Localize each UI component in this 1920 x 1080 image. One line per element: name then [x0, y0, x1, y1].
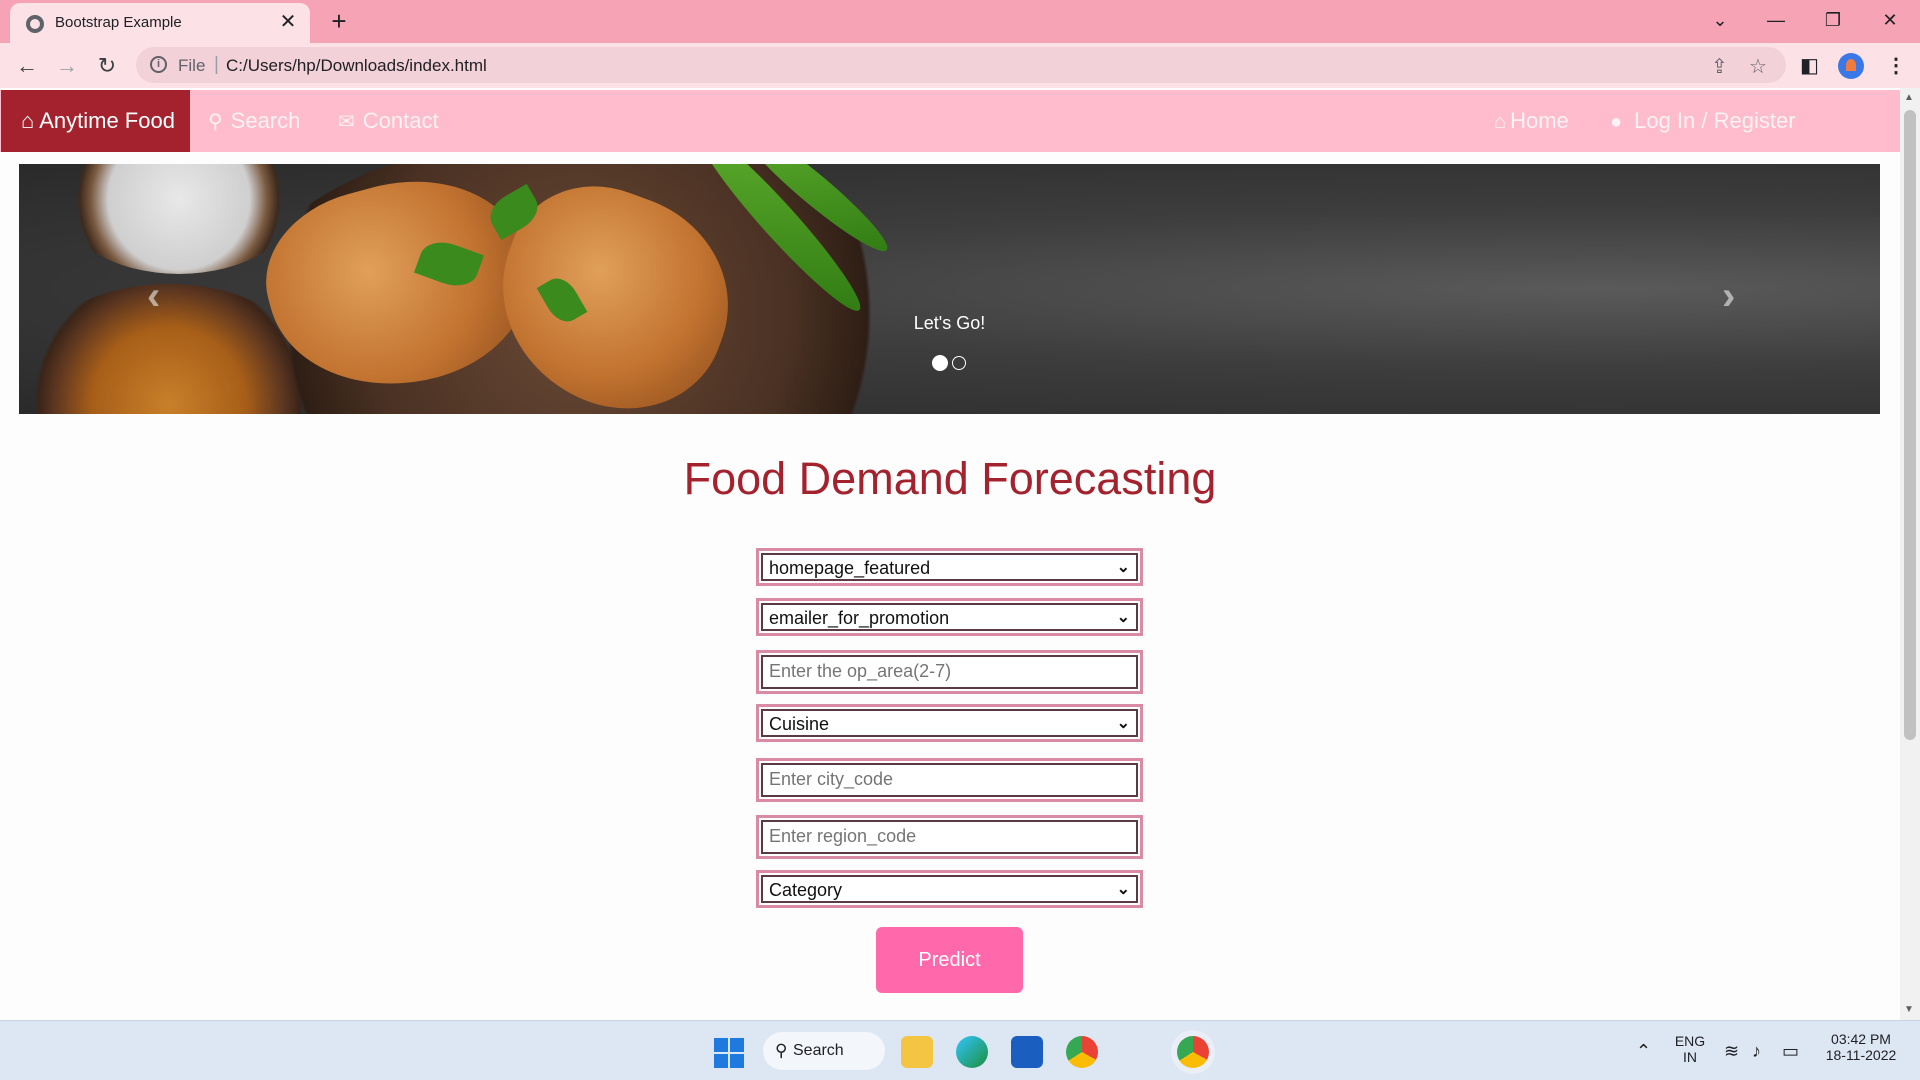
chevron-down-icon: ⌄ [1116, 881, 1130, 898]
chevron-down-icon: ⌄ [1116, 715, 1130, 732]
profile-avatar[interactable] [1838, 53, 1864, 79]
globe-icon [26, 15, 44, 33]
home-icon: ⌂ [21, 108, 35, 133]
image-carousel: ‹ › Let's Go! [19, 164, 1880, 414]
new-tab-button[interactable]: + [325, 7, 353, 35]
select-value: homepage_featured [769, 558, 931, 578]
date-label: 18-11-2022 [1825, 1047, 1897, 1063]
region-label: IN [1683, 1049, 1697, 1065]
nav-search-label: Search [230, 108, 301, 133]
reload-icon[interactable]: ↻ [92, 51, 122, 81]
clock[interactable]: 03:42 PM 18-11-2022 [1818, 1031, 1904, 1063]
page-scrollbar[interactable]: ▲ ▼ [1900, 88, 1920, 1020]
share-icon[interactable]: ⇪ [1711, 54, 1728, 79]
nav-contact-label: Contact [362, 108, 439, 133]
input-placeholder: Enter the op_area(2-7) [769, 661, 952, 681]
volume-icon[interactable]: ♪ [1752, 1041, 1761, 1062]
chevron-down-icon: ⌄ [1116, 609, 1130, 626]
browser-toolbar: ← → ↻ i File | C:/Users/hp/Downloads/ind… [0, 43, 1920, 88]
select-value: emailer_for_promotion [769, 608, 950, 628]
url-separator: | [214, 54, 219, 75]
chrome-icon[interactable] [1066, 1036, 1098, 1068]
carousel-caption: Let's Go! [913, 313, 986, 333]
user-icon: ● [1610, 111, 1623, 133]
restore-button[interactable]: ❐ [1813, 4, 1853, 36]
category-select[interactable]: Category ⌄ [756, 870, 1143, 908]
region-code-input[interactable]: Enter region_code [756, 815, 1143, 859]
city-code-input[interactable]: Enter city_code [756, 758, 1143, 802]
search-icon: ⚲ [208, 111, 223, 133]
minimize-button[interactable]: — [1756, 4, 1796, 36]
nav-search-link[interactable]: ⚲ Search [208, 90, 300, 152]
scroll-thumb[interactable] [1904, 110, 1916, 740]
windows-taskbar: ⚲ Search ⌃ ENG IN ≋ ♪ ▭ 03:42 PM 18-11-2… [0, 1020, 1920, 1080]
input-placeholder: Enter region_code [769, 826, 917, 846]
nav-login-link[interactable]: ● Log In / Register [1610, 90, 1796, 152]
file-explorer-icon[interactable] [901, 1036, 933, 1068]
language-label: ENG [1674, 1033, 1706, 1049]
nav-login-label: Log In / Register [1634, 108, 1796, 133]
predict-button[interactable]: Predict [876, 927, 1023, 993]
op-area-input[interactable]: Enter the op_area(2-7) [756, 650, 1143, 694]
wifi-icon[interactable]: ≋ [1724, 1041, 1739, 1062]
language-indicator[interactable]: ENG IN [1672, 1033, 1708, 1065]
home-icon: ⌂ [1494, 111, 1507, 133]
emailer-promotion-select[interactable]: emailer_for_promotion ⌄ [756, 598, 1143, 636]
brand-label: Anytime Food [39, 108, 175, 133]
nav-home-link[interactable]: ⌂ Home [1494, 90, 1569, 152]
brand-link[interactable]: ⌂ Anytime Food [1, 90, 190, 152]
carousel-indicator-2[interactable] [952, 355, 966, 370]
nav-contact-link[interactable]: ✉ Contact [338, 90, 439, 152]
select-value: Cuisine [769, 714, 830, 734]
tab-search-icon[interactable]: ⌄ [1700, 4, 1740, 36]
input-placeholder: Enter city_code [769, 769, 894, 789]
bookmark-star-icon[interactable]: ☆ [1749, 54, 1767, 79]
browser-titlebar: Bootstrap Example ✕ + ⌄ — ❐ ✕ [0, 0, 1920, 43]
time-label: 03:42 PM [1831, 1031, 1891, 1047]
homepage-featured-select[interactable]: homepage_featured ⌄ [756, 548, 1143, 586]
scroll-up-icon[interactable]: ▲ [1904, 92, 1914, 103]
close-window-button[interactable]: ✕ [1870, 4, 1910, 36]
info-icon[interactable]: i [150, 56, 167, 73]
battery-icon[interactable]: ▭ [1782, 1041, 1799, 1062]
chevron-down-icon: ⌄ [1116, 559, 1130, 576]
carousel-indicators [932, 354, 970, 372]
address-bar[interactable]: i File | C:/Users/hp/Downloads/index.htm… [136, 47, 1786, 83]
tab-close-icon[interactable]: ✕ [276, 10, 300, 34]
nav-home-label: Home [1510, 108, 1569, 133]
edge-browser-icon[interactable] [956, 1036, 988, 1068]
search-icon: ⚲ [775, 1041, 788, 1060]
taskbar-search[interactable]: ⚲ Search [763, 1032, 885, 1070]
chrome-profile-icon[interactable] [1177, 1036, 1209, 1068]
url-text[interactable]: C:/Users/hp/Downloads/index.html [226, 56, 487, 76]
browser-tab[interactable]: Bootstrap Example ✕ [10, 3, 310, 43]
select-value: Category [769, 880, 843, 900]
microsoft-store-icon[interactable] [1011, 1036, 1043, 1068]
carousel-indicator-1[interactable] [932, 354, 948, 371]
menu-kebab-icon[interactable]: ⋮ [1886, 53, 1906, 78]
side-panel-icon[interactable]: ◧ [1800, 53, 1819, 78]
url-scheme: File [178, 56, 206, 75]
cuisine-select[interactable]: Cuisine ⌄ [756, 704, 1143, 742]
page-content: ⌂ Anytime Food ⚲ Search ✉ Contact ⌂ Home ● L… [0, 88, 1900, 1020]
envelope-icon: ✉ [338, 111, 355, 133]
scroll-down-icon[interactable]: ▼ [1904, 1004, 1914, 1015]
tab-title: Bootstrap Example [55, 14, 182, 31]
back-icon[interactable]: ← [12, 51, 42, 81]
windows-start-icon[interactable] [714, 1038, 744, 1068]
page-title: Food Demand Forecasting [683, 453, 1217, 504]
forward-icon[interactable]: → [52, 51, 82, 81]
chevron-up-icon[interactable]: ⌃ [1636, 1041, 1651, 1062]
taskbar-search-label: Search [793, 1042, 844, 1059]
site-navbar: ⌂ Anytime Food ⚲ Search ✉ Contact ⌂ Home ● L… [0, 90, 1900, 152]
